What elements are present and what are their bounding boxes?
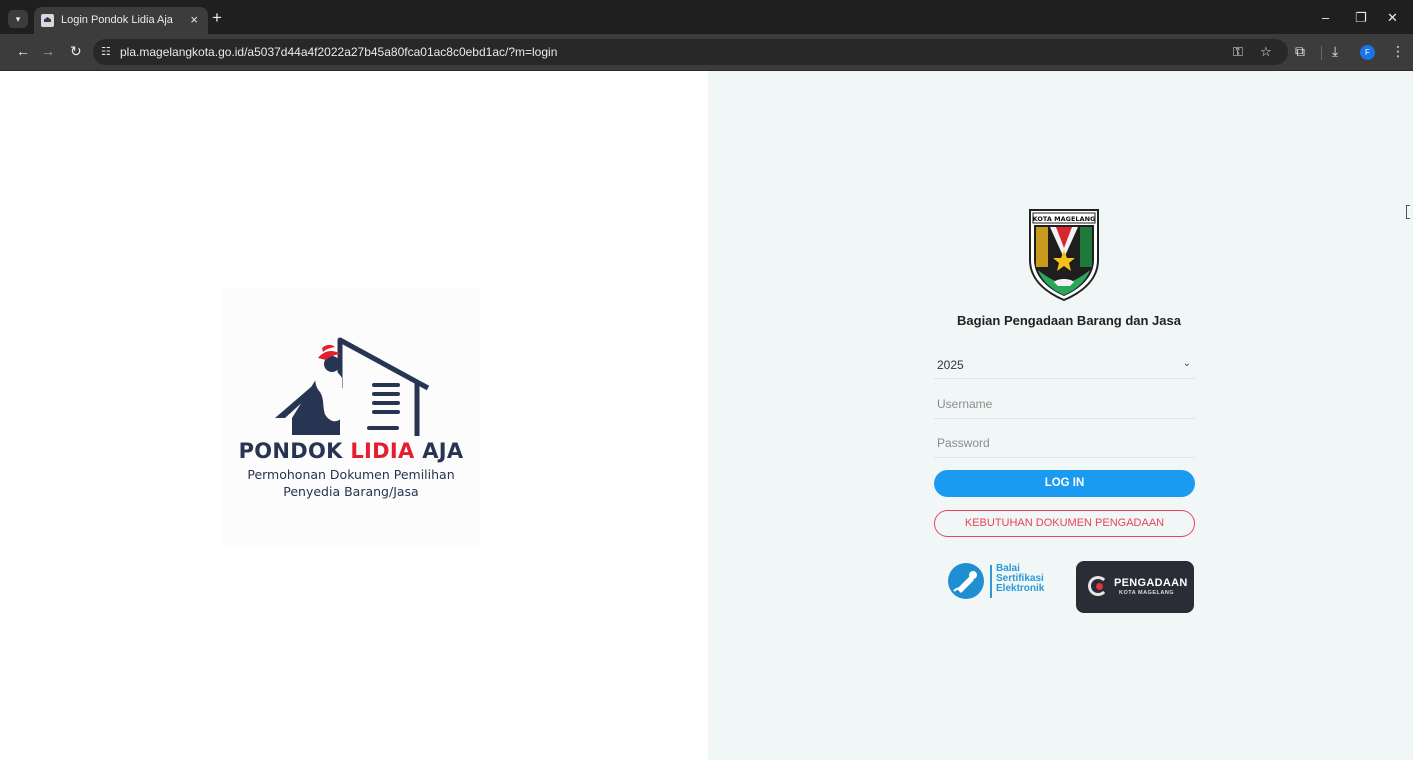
pengadaan-dot-icon: [1096, 583, 1103, 590]
bse-text: Balai Sertifikasi Elektronik: [996, 563, 1045, 594]
kebutuhan-dokumen-button[interactable]: KEBUTUHAN DOKUMEN PENGADAAN: [934, 510, 1195, 537]
reload-icon[interactable]: ↻: [70, 43, 82, 60]
password-input[interactable]: Password: [934, 430, 1195, 458]
back-icon[interactable]: ←: [16, 43, 30, 59]
minimize-icon[interactable]: –: [1322, 10, 1329, 25]
house-figure-logo-icon: [275, 337, 430, 436]
password-key-icon[interactable]: ⚿: [1233, 44, 1243, 60]
year-select[interactable]: 2025 ⌄: [934, 351, 1195, 379]
site-info-icon[interactable]: ☷: [101, 45, 111, 58]
organization-title: Bagian Pengadaan Barang dan Jasa: [957, 313, 1181, 328]
address-bar[interactable]: ☷ pla.magelangkota.go.id/a5037d44a4f2022…: [93, 39, 1288, 65]
tab-close-icon[interactable]: ×: [190, 12, 198, 27]
password-placeholder: Password: [937, 436, 990, 450]
browser-toolbar: ← → ↻ ☷ pla.magelangkota.go.id/a5037d44a…: [0, 34, 1413, 71]
menu-icon[interactable]: ⋮: [1391, 43, 1405, 60]
username-input[interactable]: Username: [934, 391, 1195, 419]
pondok-lidia-aja-logo: PONDOK LIDIA AJA Permohonan Dokumen Pemi…: [222, 288, 480, 546]
logo-tagline-line2: Penyedia Barang/Jasa: [283, 484, 419, 499]
bookmark-star-icon[interactable]: ☆: [1260, 44, 1272, 60]
edge-bracket-icon: [1406, 205, 1410, 219]
tab-title: Login Pondok Lidia Aja: [61, 14, 173, 26]
logo-brand-text: PONDOK LIDIA AJA: [238, 439, 464, 463]
url-text[interactable]: pla.magelangkota.go.id/a5037d44a4f2022a2…: [120, 45, 557, 59]
year-select-value: 2025: [937, 358, 964, 372]
extensions-icon[interactable]: ⧉: [1295, 43, 1305, 60]
left-branding-pane: PONDOK LIDIA AJA Permohonan Dokumen Pemi…: [0, 71, 708, 760]
login-panel: KOTA MAGELANG Bagian Pengadaan Barang da…: [708, 71, 1413, 760]
new-tab-button[interactable]: +: [212, 8, 222, 28]
page-content: PONDOK LIDIA AJA Permohonan Dokumen Pemi…: [0, 71, 1413, 760]
browser-tab-active[interactable]: Login Pondok Lidia Aja ×: [34, 7, 208, 34]
pengadaan-kota-magelang-logo[interactable]: PENGADAAN KOTA MAGELANG: [1076, 561, 1194, 613]
bse-divider: [990, 565, 992, 598]
tab-search-chevron-icon[interactable]: ▾: [8, 10, 28, 28]
profile-avatar[interactable]: F: [1360, 45, 1375, 60]
login-button[interactable]: LOG IN: [934, 470, 1195, 497]
restore-icon[interactable]: ❐: [1355, 10, 1367, 26]
window-close-icon[interactable]: ✕: [1387, 10, 1398, 26]
bse-circle-icon: [948, 563, 984, 599]
forward-icon[interactable]: →: [41, 43, 55, 59]
emblem-label: KOTA MAGELANG: [1033, 215, 1096, 223]
chevron-down-icon: ⌄: [1182, 358, 1191, 369]
username-placeholder: Username: [937, 397, 993, 411]
bse-partner-logo[interactable]: Balai Sertifikasi Elektronik: [948, 561, 1048, 605]
logo-tagline-line1: Permohonan Dokumen Pemilihan: [247, 467, 455, 482]
download-icon[interactable]: ⤓: [1332, 43, 1338, 60]
pengadaan-title: PENGADAAN: [1114, 577, 1188, 589]
browser-tab-strip: ▾ Login Pondok Lidia Aja × + – ❐ ✕: [0, 0, 1413, 34]
kota-magelang-emblem-icon: KOTA MAGELANG: [1029, 209, 1099, 302]
toolbar-separator: [1321, 46, 1322, 60]
pengadaan-subtitle: KOTA MAGELANG: [1119, 590, 1175, 596]
tab-favicon-icon: [41, 14, 54, 27]
